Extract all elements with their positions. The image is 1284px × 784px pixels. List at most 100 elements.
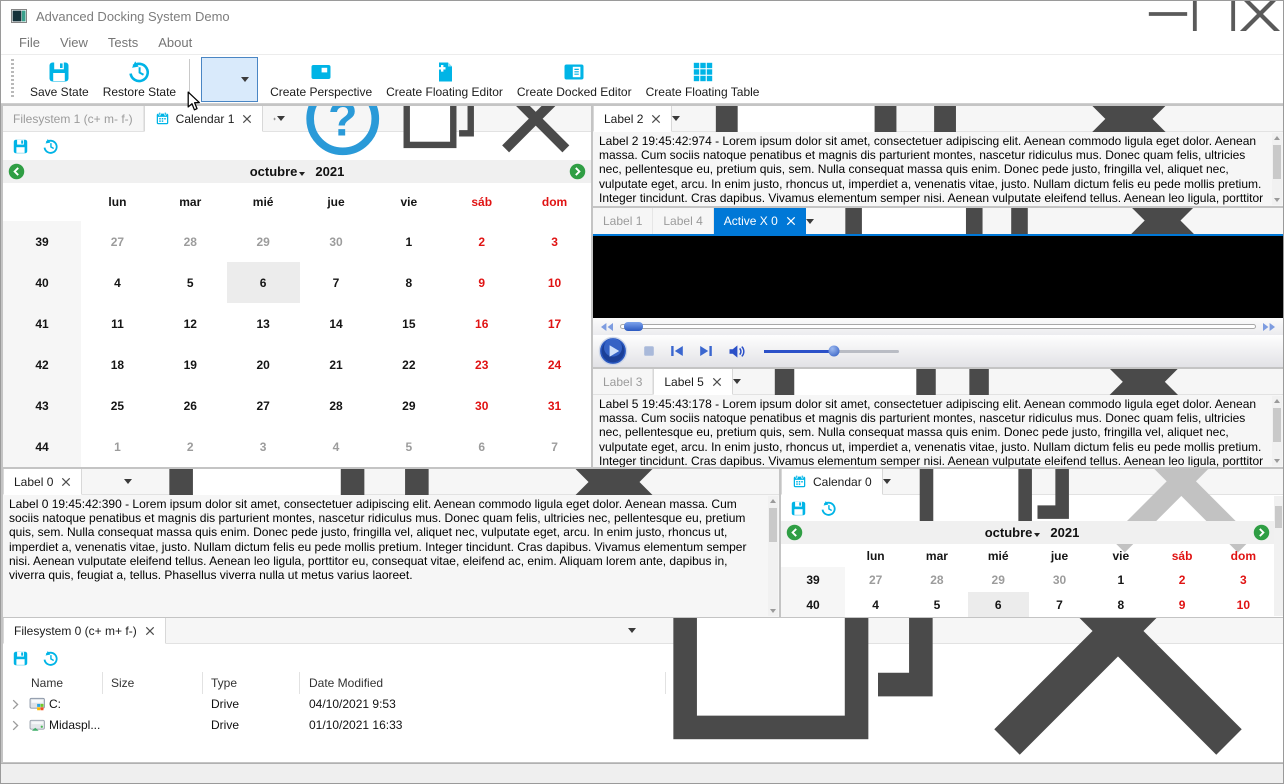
calendar-day[interactable]: 7 [1029, 592, 1090, 617]
close-panel-button[interactable] [495, 106, 576, 159]
calendar-day[interactable]: 2 [154, 426, 227, 467]
scroll-down-icon[interactable] [1274, 459, 1280, 463]
calendar-day[interactable]: 8 [1090, 592, 1151, 617]
rewind-icon[interactable] [599, 322, 614, 332]
menu-item-view[interactable]: View [50, 35, 98, 50]
float-button[interactable] [398, 106, 479, 159]
calendar-day[interactable]: 1 [372, 221, 445, 262]
calendar-day[interactable]: 3 [1213, 567, 1274, 592]
calendar-day[interactable]: 24 [518, 344, 591, 385]
calendar-day[interactable]: 20 [227, 344, 300, 385]
panel-menu-button[interactable] [124, 479, 132, 484]
tab-calendar1[interactable]: Calendar 1 [143, 106, 264, 132]
save-button[interactable] [790, 500, 807, 517]
header-name[interactable]: Name [3, 672, 103, 694]
calendar-day[interactable]: 10 [1213, 592, 1274, 617]
scroll-up-icon[interactable] [1274, 136, 1280, 140]
play-button[interactable] [598, 336, 628, 366]
save-button[interactable] [12, 650, 29, 667]
calendar-day[interactable]: 28 [154, 221, 227, 262]
seek-thumb[interactable] [624, 322, 643, 331]
calendar-day[interactable]: 9 [445, 262, 518, 303]
perspective-dropdown[interactable] [201, 56, 259, 102]
tab-label2[interactable]: Label 2 [593, 106, 673, 132]
scroll-down-icon[interactable] [1274, 198, 1280, 202]
create-floating-editor-button[interactable]: Create Floating Editor [379, 56, 510, 102]
panel-menu-button[interactable] [276, 116, 285, 121]
calendar-day[interactable]: 21 [300, 344, 373, 385]
tab-close-icon[interactable] [651, 114, 661, 124]
save-button[interactable] [12, 138, 29, 155]
calendar-day[interactable]: 4 [845, 592, 906, 617]
create-docked-editor-button[interactable]: Create Docked Editor [510, 56, 639, 102]
year-label[interactable]: 2021 [1050, 525, 1079, 540]
save-state-button[interactable]: Save State [23, 56, 96, 102]
menu-item-about[interactable]: About [148, 35, 202, 50]
calendar-day[interactable]: 19 [154, 344, 227, 385]
panel-menu-button[interactable] [628, 628, 636, 633]
calendar-day[interactable]: 10 [518, 262, 591, 303]
tab-close-icon[interactable] [145, 626, 155, 636]
restore-button[interactable] [42, 138, 59, 155]
calendar-day[interactable]: 27 [845, 567, 906, 592]
expand-chevron-icon[interactable] [12, 720, 19, 731]
seek-slider[interactable] [620, 322, 1256, 331]
calendar-day[interactable]: 15 [372, 303, 445, 344]
calendar-day[interactable]: 5 [906, 592, 967, 617]
tab-filesystem1[interactable]: Filesystem 1 (c+ m- f-) [3, 106, 144, 131]
tab-label0[interactable]: Label 0 [3, 469, 83, 495]
restore-button[interactable] [820, 500, 837, 517]
scrollbar[interactable] [1272, 396, 1282, 466]
create-perspective-button[interactable]: Create Perspective [263, 56, 379, 102]
prev-month-button[interactable] [8, 163, 25, 180]
calendar-day[interactable]: 6 [445, 426, 518, 467]
header-type[interactable]: Type [203, 672, 300, 694]
calendar-day[interactable]: 17 [518, 303, 591, 344]
tab-label3[interactable]: Label 3 [593, 369, 654, 394]
help-button[interactable]: ? [302, 106, 383, 159]
calendar-day[interactable]: 13 [227, 303, 300, 344]
expand-chevron-icon[interactable] [12, 699, 19, 710]
calendar-day[interactable]: 28 [906, 567, 967, 592]
restore-button[interactable] [42, 650, 59, 667]
calendar-day[interactable]: 1 [1090, 567, 1151, 592]
create-floating-table-button[interactable]: Create Floating Table [639, 56, 767, 102]
next-button[interactable] [699, 345, 713, 357]
panel-menu-button[interactable] [805, 218, 814, 224]
calendar-day[interactable]: 4 [300, 426, 373, 467]
tab-close-icon[interactable] [61, 477, 71, 487]
calendar-day[interactable]: 1 [81, 426, 154, 467]
menu-item-tests[interactable]: Tests [98, 35, 148, 50]
previous-button[interactable] [670, 345, 684, 357]
calendar-day[interactable]: 27 [81, 221, 154, 262]
panel-menu-button[interactable] [732, 379, 741, 384]
close-button[interactable] [1237, 1, 1283, 35]
scrollbar[interactable] [1274, 496, 1283, 616]
scrollbar-thumb[interactable] [1273, 408, 1281, 442]
volume-thumb[interactable] [828, 345, 840, 357]
volume-slider[interactable] [764, 345, 899, 357]
panel-menu-button[interactable] [882, 479, 891, 484]
calendar-day[interactable]: 23 [445, 344, 518, 385]
calendar-day[interactable]: 9 [1151, 592, 1212, 617]
calendar-day[interactable]: 18 [81, 344, 154, 385]
scrollbar[interactable] [1272, 133, 1282, 205]
calendar-day[interactable]: 27 [227, 385, 300, 426]
next-month-button[interactable] [1253, 524, 1270, 541]
tab-label4[interactable]: Label 4 [653, 208, 714, 234]
toolbar-grip[interactable] [11, 59, 14, 99]
maximize-button[interactable] [1191, 1, 1237, 35]
calendar-day[interactable]: 30 [445, 385, 518, 426]
next-month-button[interactable] [569, 163, 586, 180]
month-label[interactable]: octubre [985, 525, 1033, 540]
panel-menu-button[interactable] [672, 116, 681, 121]
tab-close-icon[interactable] [786, 216, 796, 226]
calendar-day[interactable]: 8 [372, 262, 445, 303]
calendar-day[interactable]: 7 [300, 262, 373, 303]
scrollbar-thumb[interactable] [1275, 506, 1282, 528]
calendar-day[interactable]: 26 [154, 385, 227, 426]
calendar-day[interactable]: 22 [372, 344, 445, 385]
calendar-day[interactable]: 6 [967, 592, 1029, 617]
restore-state-button[interactable]: Restore State [96, 56, 183, 102]
calendar-day[interactable]: 16 [445, 303, 518, 344]
